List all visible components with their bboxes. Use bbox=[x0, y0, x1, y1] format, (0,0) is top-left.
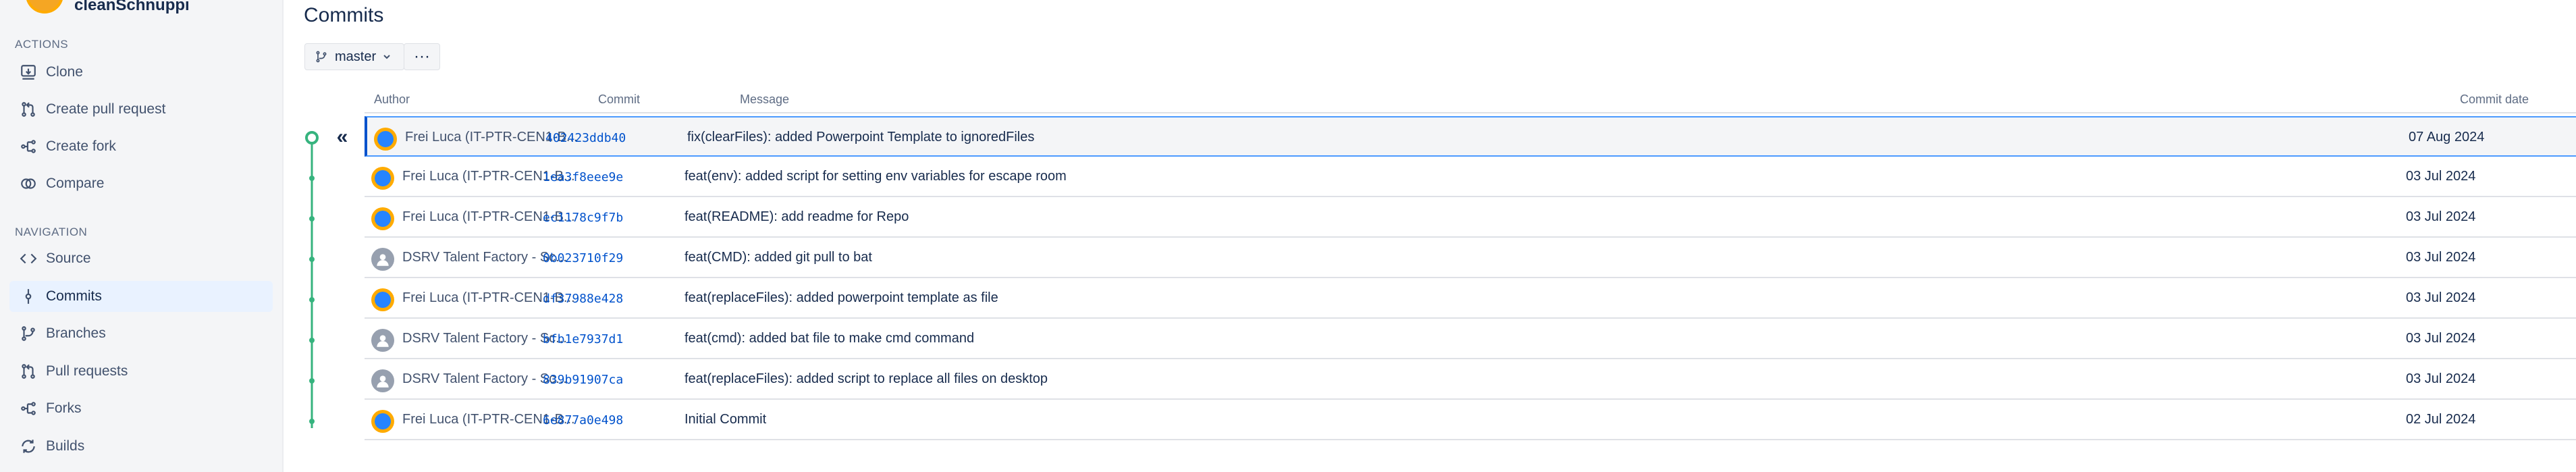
commit-hash-link[interactable]: bfb1e7937d1 bbox=[543, 332, 623, 346]
column-header-message: Message bbox=[740, 93, 790, 106]
builds-icon bbox=[18, 436, 39, 457]
commit-message[interactable]: feat(replaceFiles): added powerpoint tem… bbox=[685, 290, 998, 306]
clone-icon bbox=[18, 61, 39, 83]
pull-request-icon bbox=[18, 361, 39, 382]
sidebar-item-source[interactable]: Source bbox=[9, 243, 273, 274]
avatar[interactable] bbox=[371, 248, 394, 271]
table-row[interactable]: Frei Luca (IT-PTR-CEN1-B... 1ea3f8eee9e fe… bbox=[365, 157, 2576, 197]
commit-date: 03 Jul 2024 bbox=[2406, 290, 2476, 305]
column-header-commit-date: Commit date bbox=[2460, 93, 2529, 106]
sidebar-item-label: Pull requests bbox=[46, 363, 128, 379]
sidebar-item-label: Commits bbox=[46, 288, 102, 304]
commit-date: 02 Jul 2024 bbox=[2406, 412, 2476, 427]
page-title: Commits bbox=[304, 4, 384, 26]
sidebar: cleanSchnuppi ACTIONS Clone Create pull … bbox=[0, 0, 284, 472]
commit-hash-link[interactable]: df37988e428 bbox=[543, 292, 623, 306]
commit-message[interactable]: feat(replaceFiles): added script to repl… bbox=[685, 371, 1048, 387]
branch-selector[interactable]: master bbox=[304, 43, 404, 70]
sidebar-item-commits[interactable]: Commits bbox=[9, 281, 273, 312]
fork-icon bbox=[18, 136, 39, 157]
sidebar-item-label: Forks bbox=[46, 400, 82, 416]
sidebar-item-label: Clone bbox=[46, 64, 83, 80]
branch-icon bbox=[18, 323, 39, 344]
sidebar-item-label: Branches bbox=[46, 325, 106, 341]
sidebar-item-branches[interactable]: Branches bbox=[9, 318, 273, 349]
avatar[interactable] bbox=[371, 369, 394, 392]
sidebar-item-create-pull-request[interactable]: Create pull request bbox=[9, 94, 273, 125]
commit-date: 03 Jul 2024 bbox=[2406, 331, 2476, 346]
avatar[interactable] bbox=[371, 167, 394, 190]
repo-name[interactable]: cleanSchnuppi bbox=[74, 0, 190, 15]
commit-date: 03 Jul 2024 bbox=[2406, 371, 2476, 386]
commit-message[interactable]: fix(clearFiles): added Powerpoint Templa… bbox=[687, 130, 1034, 145]
column-header-commit: Commit bbox=[598, 93, 640, 106]
sidebar-item-pull-requests[interactable]: Pull requests bbox=[9, 356, 273, 387]
sidebar-item-create-fork[interactable]: Create fork bbox=[9, 131, 273, 162]
commit-hash-link[interactable]: 6e877a0e498 bbox=[543, 413, 623, 427]
sidebar-item-clone[interactable]: Clone bbox=[9, 57, 273, 88]
table-row[interactable]: Frei Luca (IT-PTR-CEN1-B... 6e877a0e498 In… bbox=[365, 400, 2576, 440]
table-row[interactable]: Frei Luca (IT-PTR-CEN1-B... ec1178c9f7b fe… bbox=[365, 197, 2576, 238]
commit-message[interactable]: feat(env): added script for setting env … bbox=[685, 169, 1067, 184]
compare-icon bbox=[18, 173, 39, 194]
commit-hash-link[interactable]: 1ea3f8eee9e bbox=[543, 170, 623, 184]
repo-avatar[interactable] bbox=[26, 0, 63, 14]
table-row[interactable]: DSRV Talent Factory - Sc... 839b91907ca fe… bbox=[365, 359, 2576, 400]
main-content: Commits master ··· Author Commit Message… bbox=[282, 0, 2576, 472]
sidebar-item-forks[interactable]: Forks bbox=[9, 393, 273, 424]
commit-message[interactable]: feat(cmd): added bat file to make cmd co… bbox=[685, 331, 974, 346]
sidebar-item-label: Create fork bbox=[46, 138, 116, 154]
commit-hash-link[interactable]: 0b023710f29 bbox=[543, 251, 623, 265]
chevron-down-icon bbox=[381, 51, 392, 62]
sidebar-item-label: Builds bbox=[46, 438, 85, 454]
table-row[interactable]: DSRV Talent Factory - Sc... 0b023710f29 fe… bbox=[365, 238, 2576, 278]
commit-hash-link[interactable]: ec1178c9f7b bbox=[543, 211, 623, 225]
commit-hash-link[interactable]: 402423ddb40 bbox=[545, 131, 626, 145]
actions-heading: ACTIONS bbox=[15, 38, 69, 51]
commit-message[interactable]: feat(CMD): added git pull to bat bbox=[685, 250, 872, 265]
commit-message[interactable]: feat(README): add readme for Repo bbox=[685, 209, 909, 225]
more-actions-button[interactable]: ··· bbox=[404, 43, 440, 70]
avatar[interactable] bbox=[371, 410, 394, 433]
sidebar-item-compare[interactable]: Compare bbox=[9, 168, 273, 199]
commit-graph bbox=[305, 131, 319, 428]
fork-icon bbox=[18, 398, 39, 419]
collapse-graph-button[interactable]: « bbox=[332, 120, 352, 154]
avatar[interactable] bbox=[371, 329, 394, 352]
commit-message[interactable]: Initial Commit bbox=[685, 412, 766, 427]
sidebar-item-label: Create pull request bbox=[46, 101, 166, 117]
table-row[interactable]: DSRV Talent Factory - Sc... bfb1e7937d1 fe… bbox=[365, 319, 2576, 359]
table-row[interactable]: Frei Luca (IT-PTR-CEN1-B... 402423ddb40 fi… bbox=[365, 116, 2576, 157]
avatar[interactable] bbox=[374, 128, 397, 151]
navigation-heading: NAVIGATION bbox=[15, 226, 88, 238]
avatar[interactable] bbox=[371, 207, 394, 230]
table-row[interactable]: Frei Luca (IT-PTR-CEN1-B... df37988e428 fe… bbox=[365, 278, 2576, 319]
code-icon bbox=[18, 248, 39, 269]
sidebar-item-label: Compare bbox=[46, 176, 105, 191]
branch-icon bbox=[315, 50, 328, 63]
header-divider bbox=[365, 112, 2576, 113]
pull-request-icon bbox=[18, 99, 39, 120]
commit-icon bbox=[18, 286, 39, 307]
sidebar-item-label: Source bbox=[46, 251, 91, 266]
column-header-author: Author bbox=[374, 93, 410, 106]
commit-date: 03 Jul 2024 bbox=[2406, 250, 2476, 265]
commit-date: 07 Aug 2024 bbox=[2409, 130, 2485, 145]
branch-name: master bbox=[335, 49, 377, 64]
commit-date: 03 Jul 2024 bbox=[2406, 169, 2476, 184]
commit-hash-link[interactable]: 839b91907ca bbox=[543, 373, 623, 387]
avatar[interactable] bbox=[371, 288, 394, 311]
commit-date: 03 Jul 2024 bbox=[2406, 209, 2476, 224]
sidebar-item-builds[interactable]: Builds bbox=[9, 431, 273, 462]
